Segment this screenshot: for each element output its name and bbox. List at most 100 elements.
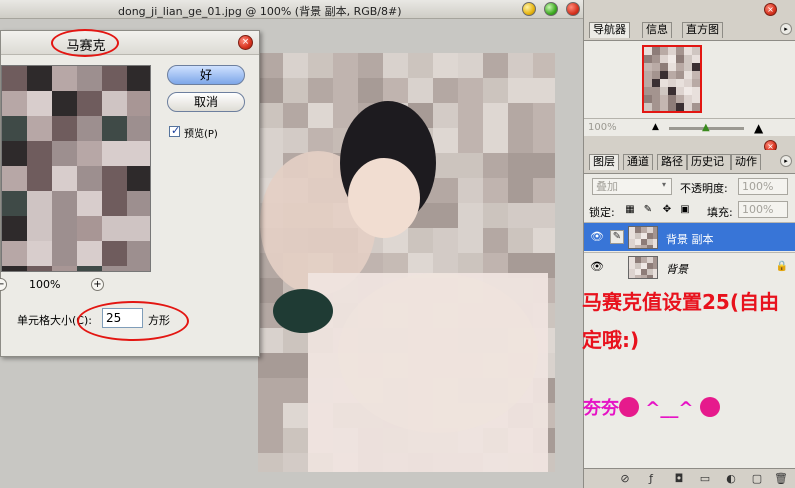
opacity-input[interactable]: 100% — [738, 178, 788, 195]
mosaic-tile — [676, 95, 684, 103]
layers-footer: ⊘ ƒ ◘ ▭ ◐ ▢ 🗑 — [584, 468, 795, 488]
mosaic-tile — [676, 63, 684, 71]
mosaic-tile — [52, 166, 77, 191]
mosaic-tile — [644, 103, 652, 111]
mosaic-tile — [692, 63, 700, 71]
mosaic-tile — [641, 245, 647, 248]
layers-menu-icon[interactable]: ▸ — [780, 155, 792, 167]
layer-row-selected[interactable]: 👁 ✎ 背景 副本 — [584, 222, 795, 251]
close-button[interactable] — [566, 2, 580, 16]
mosaic-tile — [629, 263, 635, 269]
mosaic-tile — [2, 166, 27, 191]
layer-style-icon[interactable]: ƒ — [644, 472, 658, 486]
mosaic-tile — [647, 257, 653, 263]
layer-name: 背景 — [666, 263, 688, 276]
mosaic-tile — [647, 245, 653, 248]
mosaic-tile — [652, 71, 660, 79]
mosaic-tile — [127, 216, 150, 241]
document-title: dong_ji_lian_ge_01.jpg @ 100% (背景 副本, RG… — [118, 5, 402, 18]
photoshop-workspace: dong_ji_lian_ge_01.jpg @ 100% (背景 副本, RG… — [0, 0, 795, 488]
navigator-menu-icon[interactable]: ▸ — [780, 23, 792, 35]
mosaic-tile — [102, 216, 127, 241]
mosaic-tile — [102, 166, 127, 191]
tab-layers[interactable]: 图层 — [589, 154, 619, 170]
trash-icon[interactable]: 🗑 — [774, 472, 788, 486]
tab-navigator[interactable]: 导航器 — [589, 22, 630, 38]
tab-history[interactable]: 历史记录 — [687, 154, 731, 170]
mosaic-tile — [684, 47, 692, 55]
mosaic-tile — [668, 47, 676, 55]
mosaic-tile — [52, 241, 77, 266]
mosaic-tile — [635, 257, 641, 263]
mosaic-tile — [676, 71, 684, 79]
layer-row-background[interactable]: 👁 背景 🔒 — [584, 252, 795, 281]
dialog-titlebar: 马赛克 × — [1, 29, 259, 57]
mosaic-tile — [629, 239, 635, 245]
adjustment-layer-icon[interactable]: ◐ — [724, 472, 738, 486]
navigator-thumbnail[interactable] — [642, 45, 702, 113]
mosaic-photo[interactable] — [258, 53, 555, 472]
tab-channels[interactable]: 通道 — [623, 154, 653, 170]
mosaic-tile — [644, 71, 652, 79]
mosaic-tile — [127, 141, 150, 166]
tab-paths[interactable]: 路径 — [657, 154, 687, 170]
preview-checkbox[interactable]: ✓ — [169, 124, 180, 137]
lock-all-icon[interactable]: ▣ — [679, 204, 691, 216]
mosaic-tile — [676, 111, 684, 113]
lock-brush-icon[interactable]: ✎ — [642, 204, 654, 216]
layer-name: 背景 副本 — [666, 233, 714, 246]
mosaic-tile — [27, 266, 52, 271]
layer-thumbnail — [628, 256, 658, 279]
mosaic-tile — [660, 87, 668, 95]
dialog-close-button[interactable]: × — [238, 35, 253, 50]
mosaic-tile — [692, 55, 700, 63]
mosaic-tile — [647, 233, 653, 239]
mosaic-tile — [700, 95, 702, 103]
ok-button[interactable]: 好 — [167, 65, 245, 85]
mosaic-tile — [652, 79, 660, 87]
navigator-close-button[interactable]: × — [764, 3, 777, 16]
tab-histogram[interactable]: 直方图 — [682, 22, 723, 38]
tab-info[interactable]: 信息 — [642, 22, 672, 38]
eye-icon[interactable]: 👁 — [590, 261, 604, 273]
layer-mask-icon[interactable]: ◘ — [672, 472, 686, 486]
lock-move-icon[interactable]: ✥ — [661, 204, 673, 216]
mosaic-tile — [102, 241, 127, 266]
zoom-slider-handle[interactable]: ▲ — [702, 122, 710, 133]
fill-input[interactable]: 100% — [738, 201, 788, 218]
zoom-out-mountain-icon[interactable]: ▲ — [652, 122, 659, 132]
annotation-note: 马赛克值设置25(自由定哦:) — [582, 290, 779, 352]
tab-actions[interactable]: 动作 — [731, 154, 761, 170]
zoom-in-button[interactable]: + — [91, 278, 104, 291]
filter-preview[interactable] — [1, 65, 151, 272]
mosaic-tile — [77, 116, 102, 141]
zoom-out-button[interactable]: − — [0, 278, 7, 291]
cell-size-highlight-circle — [77, 301, 189, 341]
navigator-zoom-value: 100% — [588, 122, 617, 133]
new-group-icon[interactable]: ▭ — [698, 472, 712, 486]
opacity-label: 不透明度: — [680, 182, 728, 195]
mosaic-tile — [668, 63, 676, 71]
mosaic-tile — [641, 233, 647, 239]
eye-icon[interactable]: 👁 — [590, 231, 604, 243]
zoom-row: − 100% + — [0, 277, 151, 293]
mosaic-tile — [52, 91, 77, 116]
cancel-button[interactable]: 取消 — [167, 92, 245, 112]
link-layers-icon[interactable]: ⊘ — [618, 472, 632, 486]
zoom-in-mountain-icon[interactable]: ▲ — [754, 121, 763, 135]
navigator-tabbar: 导航器 信息 直方图 ▸ — [584, 18, 795, 42]
chevron-down-icon[interactable]: ▾ — [662, 180, 666, 189]
mosaic-tile — [27, 191, 52, 216]
mosaic-tile — [700, 71, 702, 79]
pink-dot-icon — [699, 397, 720, 417]
new-layer-icon[interactable]: ▢ — [750, 472, 764, 486]
mosaic-tile — [77, 91, 102, 116]
blend-mode-select[interactable]: 叠加 — [592, 178, 672, 195]
mosaic-tile — [629, 233, 635, 239]
zoom-value: 100% — [29, 278, 61, 291]
minimize-button[interactable] — [522, 2, 536, 16]
maximize-button[interactable] — [544, 2, 558, 16]
mosaic-tile — [27, 91, 52, 116]
mosaic-tile — [660, 55, 668, 63]
lock-transparency-icon[interactable]: ▦ — [624, 204, 636, 216]
